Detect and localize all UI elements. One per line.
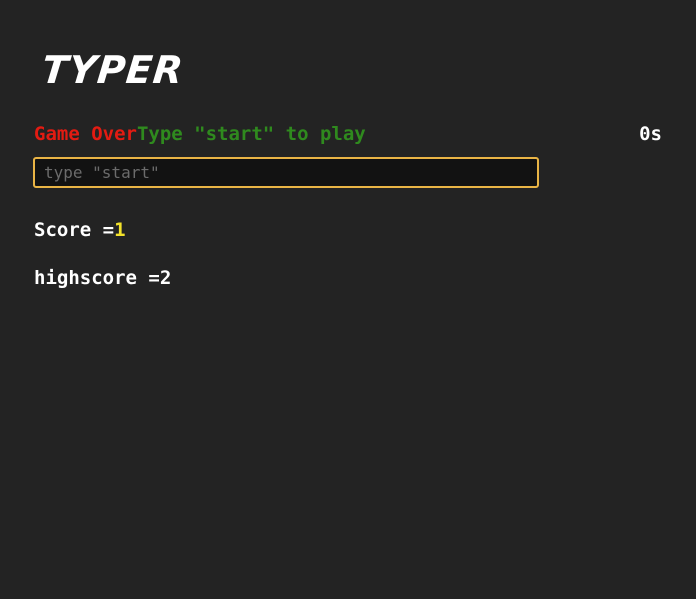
score-line: Score =1 — [34, 218, 126, 242]
score-label: Score = — [34, 219, 115, 241]
game-title: TYPER — [39, 48, 186, 92]
timer: 0s — [639, 123, 662, 145]
instruction-text: Type "start" to play — [136, 123, 366, 145]
game-over-text: Game Over — [34, 123, 137, 145]
score-value: 1 — [114, 219, 126, 241]
highscore-line: highscore =2 — [34, 266, 171, 290]
highscore-value: 2 — [159, 267, 172, 289]
status-row: Game OverType "start" to play 0s — [34, 122, 662, 146]
type-input[interactable] — [33, 157, 539, 188]
highscore-label: highscore = — [34, 267, 160, 289]
